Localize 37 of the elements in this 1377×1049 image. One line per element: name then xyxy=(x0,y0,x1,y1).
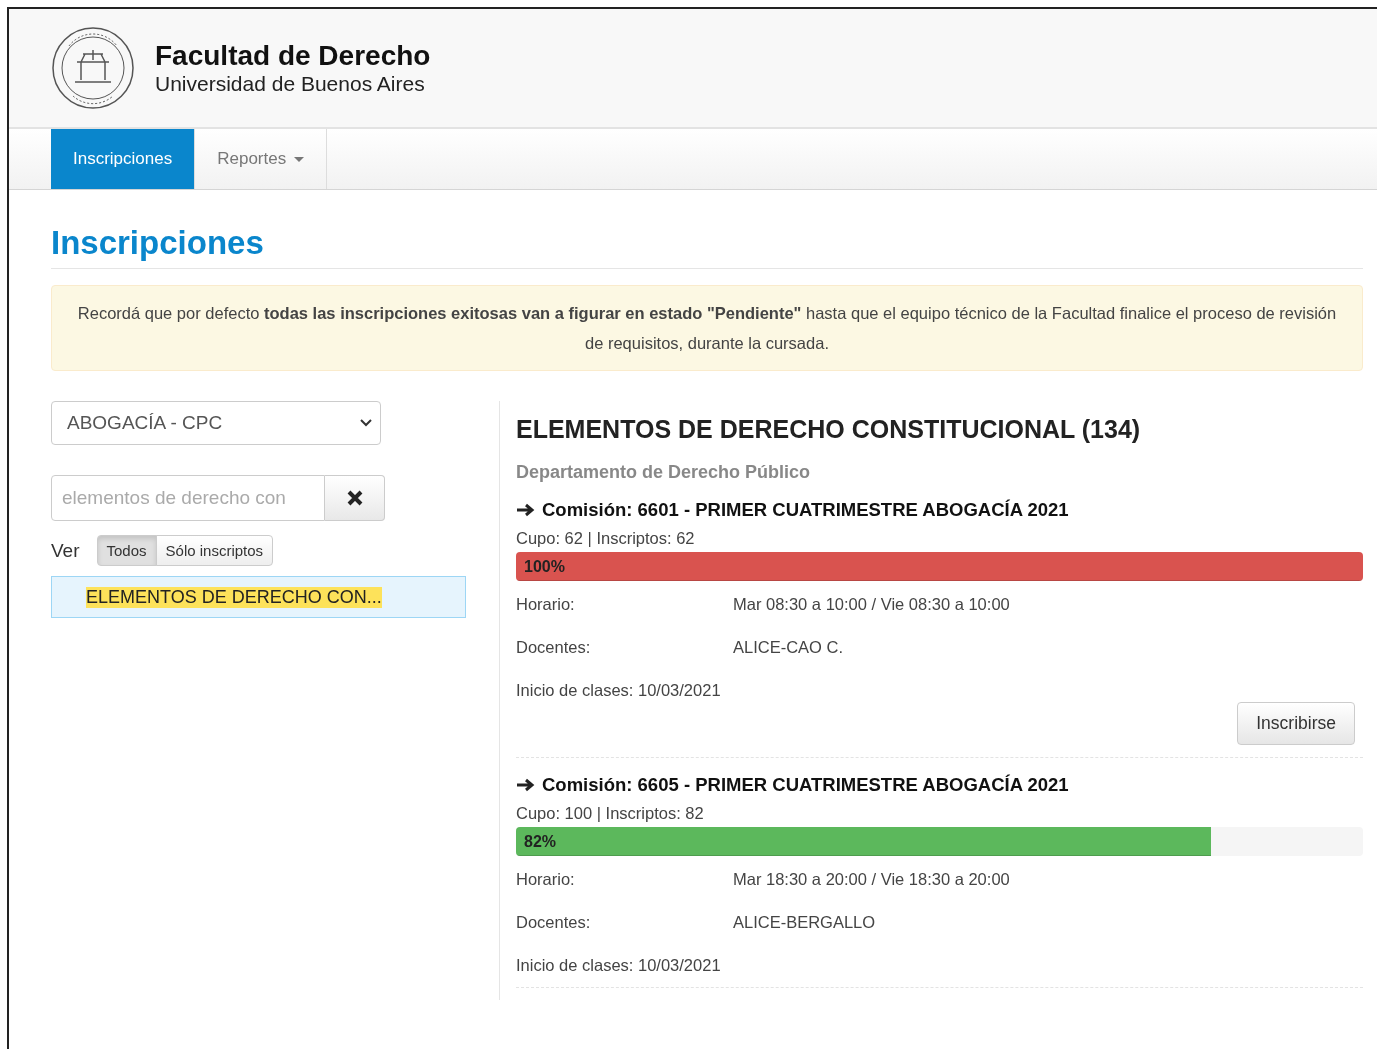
teachers-value: ALICE-BERGALLO xyxy=(733,913,877,932)
teachers-label: Docentes: xyxy=(516,913,592,932)
schedule-value: Mar 08:30 a 10:00 / Vie 08:30 a 10:00 xyxy=(733,595,1011,614)
department-name: Departamento de Derecho Público xyxy=(516,462,812,483)
schedule-label: Horario: xyxy=(516,595,576,614)
start-date: Inicio de clases: 10/03/2021 xyxy=(516,956,722,975)
start-date: Inicio de clases: 10/03/2021 xyxy=(516,681,722,700)
filter-toggle[interactable]: Todos xyxy=(96,535,157,566)
site-title: Facultad de Derecho xyxy=(155,40,431,72)
progress-reading: 82% xyxy=(523,832,557,851)
arrow-right-icon xyxy=(516,778,536,792)
filter-label: Ver xyxy=(51,539,80,562)
commission-title: Comisión: 6601 - PRIMER CUATRIMESTRE ABOGACÍA 2021 xyxy=(542,499,1069,521)
nav-tab[interactable]: Reportes xyxy=(195,129,328,189)
teachers-value: ALICE-CAO C. xyxy=(733,638,845,657)
course-title: ELEMENTOS DE DERECHO CONSTITUCIONAL (134) xyxy=(516,415,1142,444)
teachers-label: Docentes: xyxy=(516,638,592,657)
nav-tab[interactable]: Inscripciones xyxy=(51,129,196,189)
clear-button[interactable] xyxy=(325,475,385,521)
page-title: Inscripciones xyxy=(51,224,1363,269)
filter-toggle[interactable]: Sólo inscriptos xyxy=(155,535,274,566)
schedule-label: Horario: xyxy=(516,870,576,889)
result-item[interactable]: ELEMENTOS DE DERECHO CON... xyxy=(51,576,466,618)
enroll-button[interactable]: Inscribirse xyxy=(1237,702,1355,745)
notice-alert: Recordá que por defecto todas las inscripciones exitosas van a figurar en estado "Pendiente" hasta que el equipo técnico de la Facultad finalice el proceso de revisión de requisitos, durante la cursada. xyxy=(51,285,1363,371)
site-subtitle: Universidad de Buenos Aires xyxy=(155,72,426,96)
quota-text: Cupo: 62 | Inscriptos: 62 xyxy=(516,529,696,548)
arrow-right-icon xyxy=(516,503,536,517)
caret-icon xyxy=(294,156,305,162)
career-select[interactable]: ABOGACÍA - CPC xyxy=(51,401,381,445)
progress-reading: 100% xyxy=(523,557,565,576)
close-icon xyxy=(346,490,363,506)
commission-title: Comisión: 6605 - PRIMER CUATRIMESTRE ABOGACÍA 2021 xyxy=(542,774,1069,796)
schedule-value: Mar 18:30 a 20:00 / Vie 18:30 a 20:00 xyxy=(733,870,1011,889)
result-text: ELEMENTOS DE DERECHO CON... xyxy=(86,586,382,608)
chevron-down-icon xyxy=(360,419,372,427)
quota-text: Cupo: 100 | Inscriptos: 82 xyxy=(516,804,705,823)
